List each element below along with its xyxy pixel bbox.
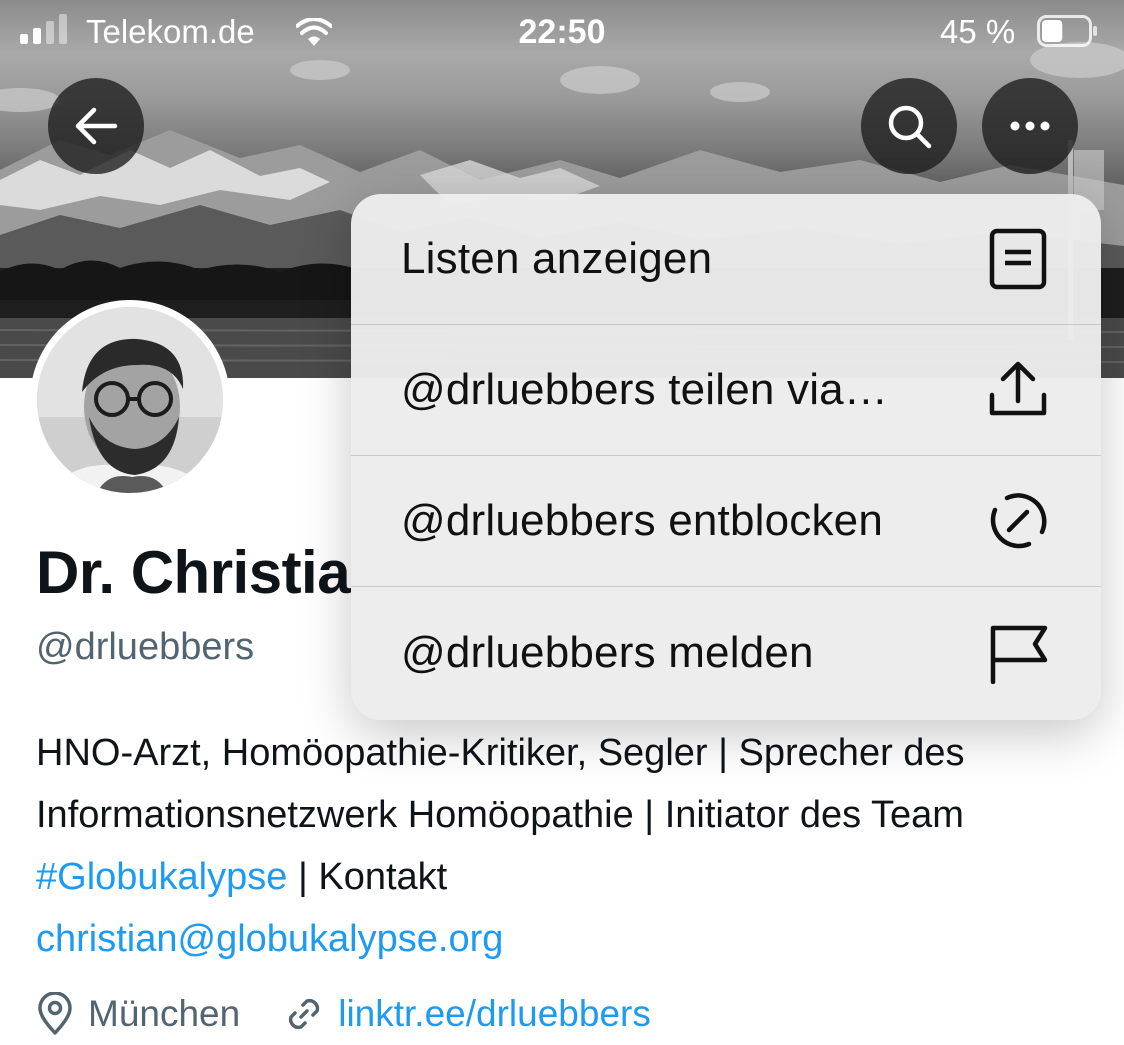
profile-photo bbox=[37, 307, 223, 493]
status-bar: Telekom.de 22:50 45 % bbox=[0, 0, 1124, 66]
battery-icon bbox=[1037, 15, 1097, 47]
link-icon bbox=[289, 998, 320, 1030]
profile-meta: München linktr.ee/drluebbers bbox=[36, 986, 651, 1042]
share-icon bbox=[989, 361, 1047, 416]
menu-item-label: Listen anzeigen bbox=[401, 234, 713, 283]
search-button[interactable] bbox=[861, 78, 957, 174]
profile-display-name: Dr. Christia bbox=[36, 539, 351, 606]
back-arrow-icon bbox=[75, 107, 118, 145]
location-pin-icon bbox=[38, 992, 72, 1035]
back-button[interactable] bbox=[48, 78, 144, 174]
profile-bio: HNO-Arzt, Homöopathie-Kritiker, Segler |… bbox=[36, 722, 1096, 970]
flag-icon bbox=[990, 625, 1048, 684]
menu-item-label: @drluebbers entblocken bbox=[401, 496, 884, 545]
unblock-icon bbox=[990, 493, 1047, 549]
bio-text-contact: | Kontakt bbox=[287, 856, 448, 898]
profile-handle: @drluebbers bbox=[36, 626, 255, 668]
menu-item-label: @drluebbers melden bbox=[401, 627, 814, 677]
battery-percentage: 45 % bbox=[940, 13, 1016, 50]
menu-item-share[interactable]: @drluebbers teilen via… bbox=[351, 325, 1101, 456]
more-horizontal-icon bbox=[1010, 121, 1050, 131]
menu-item-unblock[interactable]: @drluebbers entblocken bbox=[351, 456, 1101, 587]
menu-item-view-lists[interactable]: Listen anzeigen bbox=[351, 194, 1101, 325]
bio-hashtag-link[interactable]: #Globukalypse bbox=[36, 856, 287, 898]
menu-item-report[interactable]: @drluebbers melden bbox=[351, 587, 1101, 718]
menu-item-label: @drluebbers teilen via… bbox=[401, 365, 889, 414]
search-icon bbox=[888, 105, 932, 149]
profile-options-menu: Listen anzeigen @drluebbers teilen via… … bbox=[351, 194, 1101, 720]
profile-location: München bbox=[88, 993, 241, 1034]
avatar[interactable] bbox=[30, 300, 230, 500]
profile-website-link[interactable]: linktr.ee/drluebbers bbox=[338, 993, 651, 1035]
bio-email-link[interactable]: christian@globukalypse.org bbox=[36, 918, 503, 960]
more-options-button[interactable] bbox=[982, 78, 1078, 174]
list-icon bbox=[989, 228, 1047, 290]
bio-text: HNO-Arzt, Homöopathie-Kritiker, Segler |… bbox=[36, 732, 965, 836]
